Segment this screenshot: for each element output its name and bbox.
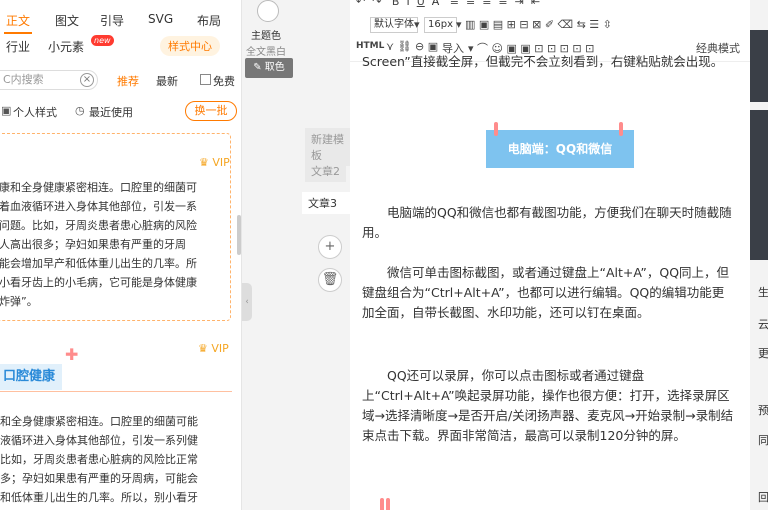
recent-used-link[interactable]: 最近使用 <box>89 104 133 120</box>
health-title[interactable]: 口腔健康 <box>0 364 62 390</box>
pin-icon <box>380 498 384 510</box>
html-button[interactable]: HTML <box>356 41 384 51</box>
grid-icon: ▣ <box>1 104 12 117</box>
full-bw-toggle[interactable]: 全文黑白 <box>246 43 286 58</box>
filter-free[interactable]: 免费 <box>213 73 235 89</box>
right-menu-item[interactable]: 更 <box>758 345 768 361</box>
chevron-down-icon: ▾ <box>414 18 420 31</box>
category-guide[interactable]: 引导 <box>100 12 124 29</box>
vip-label: VIP <box>212 156 230 169</box>
section-banner[interactable]: 电脑端：QQ和微信 <box>486 130 634 168</box>
tab-article-3[interactable]: 文章3 <box>302 192 350 214</box>
right-dark-panel <box>750 30 768 102</box>
template-panel: 正文 图文 引导 SVG 布局 行业 小元素 new 样式中心 C内搜索 × 推… <box>0 0 242 510</box>
eyedropper-icon: ✎ <box>253 62 265 73</box>
text-line: 炸弹”。 <box>0 295 38 308</box>
category-svg[interactable]: SVG <box>148 12 173 26</box>
filter-latest[interactable]: 最新 <box>156 73 178 89</box>
pin-icon <box>494 122 498 136</box>
tool-icons-row-0[interactable]: ↶ ↷ B I U A ≡ ≡ ≡ ≡ ⇥ ⇤ <box>356 0 540 8</box>
category-layout[interactable]: 布局 <box>197 12 221 29</box>
filter-recommend[interactable]: 推荐 <box>117 73 139 89</box>
template-card[interactable]: ♛ VIP 康和全身健康紧密相连。口腔里的细菌可 着血液循环进入身体其他部位，引… <box>0 133 231 321</box>
paragraph-2: 微信可单击图标截图，或者通过键盘上“Alt+A”，QQ同上，但键盘组合为“Ctr… <box>362 265 730 320</box>
free-checkbox[interactable] <box>200 74 211 85</box>
template-card-text: 康和全身健康紧密相连。口腔里的细菌可 着血液循环进入身体其他部位，引发一系 问题… <box>0 178 227 311</box>
right-menu-item[interactable]: 预 <box>758 402 768 418</box>
text-line: 康和全身健康紧密相连。口腔里的细菌可 <box>0 181 197 194</box>
template-card-text[interactable]: 和全身健康紧密相连。口腔里的细菌可能 液循环进入身体其他部位，引发一系列健 比如… <box>0 412 238 507</box>
divider <box>0 391 232 392</box>
paragraph-1: 电脑端的QQ和微信也都有截图功能，方便我们在聊天时随截随用。 <box>362 205 732 240</box>
right-menu-item[interactable]: 云 <box>758 316 768 332</box>
pin-icon <box>386 498 390 510</box>
pick-color-label: 取色 <box>264 62 285 73</box>
editor: ↶ ↷ B I U A ≡ ≡ ≡ ≡ ⇥ ⇤ 默认字体 ▾ 16px ▾ ▥ … <box>350 0 750 510</box>
category-text[interactable]: 正文 <box>3 12 33 34</box>
intro-paragraph: Screen”直接截全屏，但截完不会立刻看到，右键粘贴就会出现。 <box>362 54 724 69</box>
right-sidebar: 生 云 更 预 同 回 <box>750 0 768 510</box>
paragraph-3: QQ还可以录屏，你可以点击图标或者通过键盘上“Ctrl+Alt+A”唤起录屏功能… <box>362 368 734 443</box>
category-row-1: 正文 图文 引导 SVG 布局 <box>0 12 241 36</box>
plus-icon: + <box>324 239 336 254</box>
style-center-button[interactable]: 样式中心 <box>160 36 220 56</box>
trash-icon: 🗑 <box>321 272 339 287</box>
vip-label: VIP <box>211 342 229 355</box>
tool-column: 主题色 全文黑白 ✎ 取色 新建模板 文章2 文章3 + 🗑 ‹ <box>242 0 350 510</box>
text-line: 液循环进入身体其他部位，引发一系列健 <box>0 434 198 447</box>
add-article-button[interactable]: + <box>318 235 342 259</box>
text-line: 小看牙齿上的小毛病，它可能是身体健康 <box>0 276 197 289</box>
pin-icon <box>619 122 623 136</box>
format-icons-row[interactable]: ▾ ▥ ▣ ▤ ⊞ ⊟ ⊠ ✐ ⌫ ⇆ ☰ ⇳ <box>456 18 612 31</box>
pick-color-button[interactable]: ✎ 取色 <box>245 58 293 78</box>
text-line: 问题。比如，牙周炎患者患心脏病的风险 <box>0 219 197 232</box>
text-line: 比如，牙周炎患者患心脏病的风险比正常 <box>0 453 198 466</box>
right-menu-item[interactable]: 同 <box>758 432 768 448</box>
font-size-select[interactable]: 16px <box>424 17 457 33</box>
delete-article-button[interactable]: 🗑 <box>318 268 342 292</box>
vip-badge: ♛ VIP <box>198 342 229 355</box>
theme-color-label: 主题色 <box>251 31 281 42</box>
right-dark-panel <box>750 110 768 260</box>
category-industry[interactable]: 行业 <box>6 38 30 55</box>
font-family-select[interactable]: 默认字体 <box>370 17 418 33</box>
plus-icon: ✚ <box>65 345 79 364</box>
theme-color-picker[interactable] <box>257 0 279 22</box>
text-line: 人高出很多；孕妇如果患有严重的牙周 <box>0 238 186 251</box>
text-line: 多；孕妇如果患有严重的牙周病，可能会 <box>0 472 198 485</box>
collapse-panel-button[interactable]: ‹ <box>242 283 252 321</box>
panel-scrollbar[interactable] <box>237 215 241 255</box>
right-menu-item[interactable]: 回 <box>758 489 768 505</box>
text-line: 着血液循环进入身体其他部位，引发一系 <box>0 200 197 213</box>
personal-style-link[interactable]: 个人样式 <box>13 104 57 120</box>
text-line: 和低体重儿出生的几率。所以，别小看牙 <box>0 491 198 504</box>
clock-icon: ◷ <box>75 104 85 117</box>
text-line: 和全身健康紧密相连。口腔里的细菌可能 <box>0 415 198 428</box>
new-badge: new <box>91 35 114 46</box>
clear-icon[interactable]: × <box>80 73 94 87</box>
vip-badge: ♛ VIP <box>199 156 230 169</box>
right-menu-item[interactable]: 生 <box>758 284 768 300</box>
category-image-text[interactable]: 图文 <box>55 12 79 29</box>
category-small-elements[interactable]: 小元素 <box>48 38 84 55</box>
text-line: 能会增加早产和低体重儿出生的几率。所 <box>0 257 197 270</box>
tab-article-2[interactable]: 文章2 <box>305 160 346 182</box>
change-batch-button[interactable]: 换一批 <box>185 101 237 121</box>
